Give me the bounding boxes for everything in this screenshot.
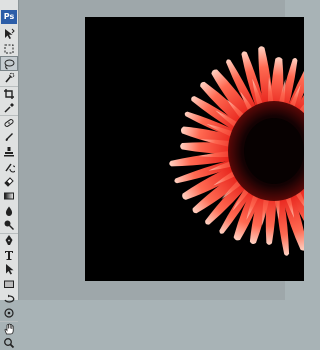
quick-selection-tool-icon	[5, 73, 15, 83]
type-tool-icon	[5, 250, 13, 260]
workspace-area	[19, 0, 304, 300]
photoshop-logo: Ps	[1, 10, 17, 24]
hand-tool-icon	[4, 323, 14, 334]
pen-tool-button[interactable]	[0, 232, 18, 248]
3d-rotate-tool-button[interactable]	[0, 291, 18, 306]
eraser-tool-button[interactable]	[0, 174, 18, 189]
crop-tool-icon	[4, 88, 14, 99]
pen-tool-icon	[5, 235, 13, 246]
eraser-tool-icon	[4, 177, 14, 187]
path-selection-tool-icon	[6, 264, 14, 275]
lasso-tool-icon	[4, 59, 15, 70]
3d-camera-tool-button[interactable]	[0, 306, 18, 321]
clone-stamp-tool-button[interactable]	[0, 145, 18, 160]
move-tool-button[interactable]	[0, 27, 18, 42]
type-tool-button[interactable]	[0, 247, 18, 262]
hand-tool-button[interactable]	[0, 320, 18, 336]
gradient-tool-icon	[4, 192, 14, 200]
dodge-tool-button[interactable]	[0, 218, 18, 233]
path-selection-tool-button[interactable]	[0, 262, 18, 277]
marquee-tool-button[interactable]	[0, 42, 18, 57]
dodge-tool-icon	[4, 220, 14, 231]
brush-tool-button[interactable]	[0, 130, 18, 145]
clone-stamp-tool-icon	[4, 146, 14, 157]
rectangle-tool-button[interactable]	[0, 277, 18, 292]
history-brush-tool-button[interactable]	[0, 159, 18, 174]
zoom-tool-button[interactable]	[0, 335, 18, 350]
3d-camera-tool-icon	[4, 308, 14, 319]
marquee-tool-icon	[4, 44, 14, 54]
3d-rotate-tool-icon	[4, 294, 15, 303]
blur-tool-icon	[5, 206, 13, 216]
spot-healing-brush-tool-button[interactable]	[0, 115, 18, 130]
gradient-tool-button[interactable]	[0, 189, 18, 204]
move-tool-icon	[5, 28, 15, 40]
eyedropper-tool-button[interactable]	[0, 100, 18, 115]
document-canvas[interactable]	[85, 17, 304, 281]
tools-panel: Ps	[0, 0, 19, 348]
spot-healing-brush-tool-icon	[4, 119, 14, 127]
rectangle-tool-icon	[4, 280, 14, 289]
quick-selection-tool-button[interactable]	[0, 71, 18, 86]
history-brush-tool-icon	[5, 163, 15, 172]
eyedropper-tool-icon	[4, 102, 14, 113]
zoom-tool-icon	[4, 337, 15, 348]
lasso-tool-button[interactable]	[0, 56, 18, 72]
red-gerbera-flower-image	[169, 46, 304, 256]
tool-list	[0, 27, 18, 350]
brush-tool-icon	[5, 133, 13, 142]
crop-tool-button[interactable]	[0, 85, 18, 101]
blur-tool-button[interactable]	[0, 203, 18, 218]
